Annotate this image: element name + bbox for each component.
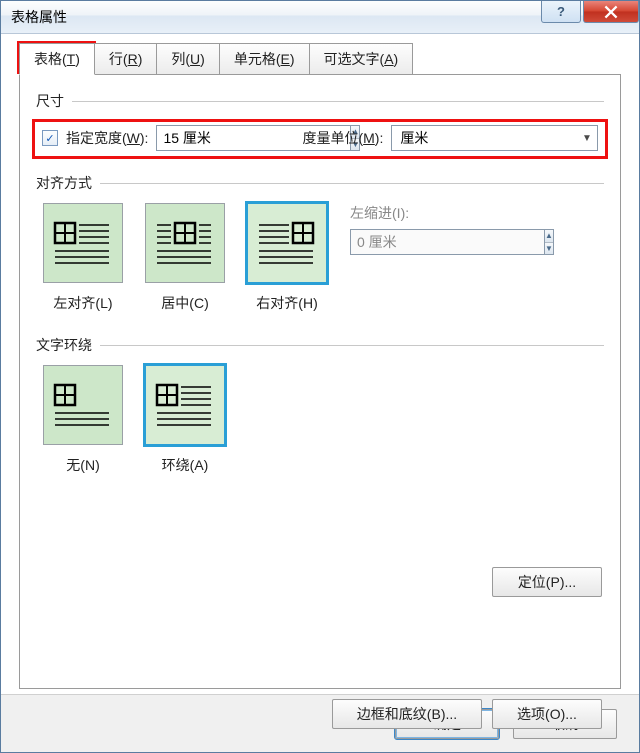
tab-column[interactable]: 列(U) [157,43,219,75]
width-label: 指定宽度(W): [66,128,148,148]
spinner-buttons: ▲ ▼ [545,229,554,255]
positioning-button-row: 定位(P)... [492,567,602,597]
help-button[interactable]: ? [541,1,581,23]
close-button[interactable] [583,1,639,23]
tab-alt-text[interactable]: 可选文字(A) [310,43,414,75]
wrap-row: 无(N) [40,365,604,475]
tab-cell[interactable]: 单元格(E) [220,43,310,75]
align-center-icon [155,217,215,269]
tab-row[interactable]: 行(R) [95,43,157,75]
align-left-option[interactable]: 左对齐(L) [40,203,126,313]
alignment-row: 左对齐(L) [40,203,604,313]
dialog-content: 表格(T) 行(R) 列(U) 单元格(E) 可选文字(A) 尺寸 ✓ 指定宽度… [1,34,639,694]
options-button[interactable]: 选项(O)... [492,699,602,729]
alignment-group-label: 对齐方式 [36,173,604,193]
align-left-icon [53,217,113,269]
dialog-window: 表格属性 ? 表格(T) 行(R) 列(U) 单元格(E) 可选文字(A) 尺寸 [0,0,640,753]
divider [72,101,604,102]
wrap-none-thumb [43,365,123,445]
left-indent-block: 左缩进(I): ▲ ▼ [350,203,480,313]
align-right-option[interactable]: 右对齐(H) [244,203,330,313]
unit-select[interactable]: 厘米 ▼ [391,125,598,151]
align-right-thumb [247,203,327,283]
wrap-none-option[interactable]: 无(N) [40,365,126,475]
indent-input [350,229,545,255]
width-checkbox[interactable]: ✓ [42,130,58,146]
spin-up-icon: ▲ [545,230,553,242]
indent-spinner: ▲ ▼ [350,229,480,255]
window-buttons: ? [539,1,639,33]
wrap-around-caption: 环绕(A) [162,455,209,475]
tab-strip: 表格(T) 行(R) 列(U) 单元格(E) 可选文字(A) [19,44,621,74]
close-icon [604,5,618,19]
align-left-thumb [43,203,123,283]
tab-table[interactable]: 表格(T) [19,43,95,75]
align-center-option[interactable]: 居中(C) [142,203,228,313]
size-label-text: 尺寸 [36,91,64,111]
unit-value: 厘米 [392,128,577,148]
wrap-around-option[interactable]: 环绕(A) [142,365,228,475]
divider [100,345,604,346]
window-title: 表格属性 [11,7,539,27]
wrap-group-label: 文字环绕 [36,335,604,355]
divider [100,183,604,184]
unit-label: 度量单位(M): [302,128,383,148]
wrap-label-text: 文字环绕 [36,335,92,355]
align-center-thumb [145,203,225,283]
align-right-caption: 右对齐(H) [256,293,317,313]
size-row: ✓ 指定宽度(W): ▲ ▼ 度量单位(M): 厘米 ▼ [36,121,604,155]
positioning-button[interactable]: 定位(P)... [492,567,602,597]
align-center-caption: 居中(C) [161,293,208,313]
align-left-caption: 左对齐(L) [53,293,112,313]
indent-label: 左缩进(I): [350,203,480,223]
chevron-down-icon: ▼ [577,133,597,144]
titlebar[interactable]: 表格属性 ? [1,1,639,34]
wrap-none-caption: 无(N) [66,455,99,475]
tab-panel: 尺寸 ✓ 指定宽度(W): ▲ ▼ 度量单位(M): 厘米 ▼ [19,74,621,689]
alignment-label-text: 对齐方式 [36,173,92,193]
size-group-label: 尺寸 [36,91,604,111]
width-spinner[interactable]: ▲ ▼ [156,125,276,151]
lower-button-row: 边框和底纹(B)... 选项(O)... [332,699,602,729]
align-right-icon [257,217,317,269]
wrap-around-thumb [145,365,225,445]
wrap-around-icon [155,379,215,431]
spin-down-icon: ▼ [545,242,553,255]
borders-button[interactable]: 边框和底纹(B)... [332,699,482,729]
wrap-none-icon [53,379,113,431]
